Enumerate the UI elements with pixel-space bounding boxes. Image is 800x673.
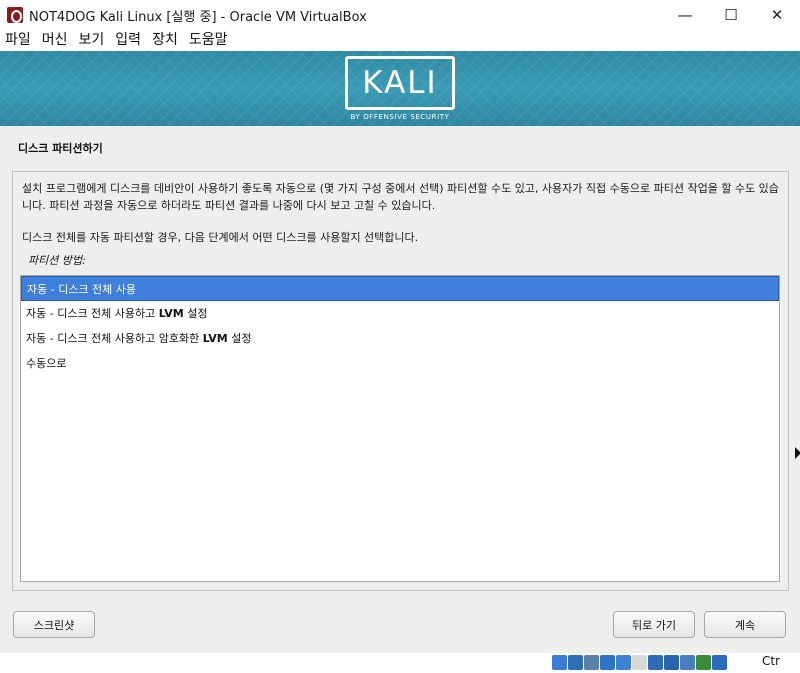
menu-file[interactable]: 파일 — [5, 30, 31, 51]
maximize-button[interactable]: ☐ — [708, 0, 754, 30]
host-key-label: Ctr — [762, 654, 781, 668]
usb-icon[interactable] — [616, 655, 631, 670]
mouse-integration-icon[interactable] — [712, 655, 727, 670]
menu-view[interactable]: 보기 — [79, 30, 105, 51]
window-controls: — ☐ ✕ — [662, 0, 800, 30]
title-bar: NOT4DOG Kali Linux [실행 중] - Oracle VM Vi… — [0, 0, 800, 30]
description-text: 설치 프로그램에게 디스크를 데비안이 사용하기 좋도록 자동으로 (몇 가지 … — [22, 182, 779, 212]
menu-input[interactable]: 입력 — [115, 30, 141, 51]
shared-folders-icon[interactable] — [632, 655, 647, 670]
virtualbox-app-icon — [7, 7, 23, 23]
installer-window: 디스크 파티션하기 설치 프로그램에게 디스크를 데비안이 사용하기 좋도록 자… — [0, 126, 800, 653]
minimize-button[interactable]: — — [662, 0, 708, 30]
network-icon[interactable] — [600, 655, 615, 670]
kali-banner: KALI BY OFFENSIVE SECURITY — [0, 51, 800, 126]
page-title: 디스크 파티션하기 — [18, 142, 103, 155]
close-button[interactable]: ✕ — [754, 0, 800, 30]
partition-method-label: 파티션 방법: — [28, 254, 86, 267]
kali-logo-text: KALI — [362, 65, 438, 101]
option-auto-entire-disk[interactable]: 자동 - 디스크 전체 사용 — [21, 276, 779, 301]
menu-machine[interactable]: 머신 — [42, 30, 68, 51]
cpu-icon[interactable] — [680, 655, 695, 670]
menu-bar: 파일 머신 보기 입력 장치 도움말 — [0, 30, 800, 51]
status-bar: Ctr — [0, 653, 800, 673]
audio-icon[interactable] — [584, 655, 599, 670]
option-auto-lvm[interactable]: 자동 - 디스크 전체 사용하고 LVM 설정 — [21, 301, 779, 326]
kali-logo: KALI — [345, 56, 455, 110]
option-auto-encrypted-lvm[interactable]: 자동 - 디스크 전체 사용하고 암호화한 LVM 설정 — [21, 326, 779, 351]
description-text-2: 디스크 전체를 자동 파티션할 경우, 다음 단계에서 어떤 디스크를 사용할지… — [22, 231, 419, 244]
optical-drive-icon[interactable] — [568, 655, 583, 670]
menu-help[interactable]: 도움말 — [189, 30, 228, 51]
menu-devices[interactable]: 장치 — [152, 30, 178, 51]
mouse-pointer-icon — [795, 447, 800, 459]
hard-disk-icon[interactable] — [552, 655, 567, 670]
status-indicators — [552, 655, 728, 670]
back-button[interactable]: 뒤로 가기 — [613, 611, 695, 638]
kali-tagline: BY OFFENSIVE SECURITY — [350, 113, 450, 121]
continue-button[interactable]: 계속 — [704, 611, 786, 638]
screenshot-button[interactable]: 스크린샷 — [13, 611, 95, 638]
virtualization-icon[interactable] — [696, 655, 711, 670]
option-manual[interactable]: 수동으로 — [21, 351, 779, 376]
recording-icon[interactable] — [664, 655, 679, 670]
window-title: NOT4DOG Kali Linux [실행 중] - Oracle VM Vi… — [29, 9, 367, 25]
partition-method-list[interactable]: 자동 - 디스크 전체 사용 자동 - 디스크 전체 사용하고 LVM 설정 자… — [20, 275, 780, 582]
display-icon[interactable] — [648, 655, 663, 670]
content-panel: 설치 프로그램에게 디스크를 데비안이 사용하기 좋도록 자동으로 (몇 가지 … — [12, 171, 789, 591]
